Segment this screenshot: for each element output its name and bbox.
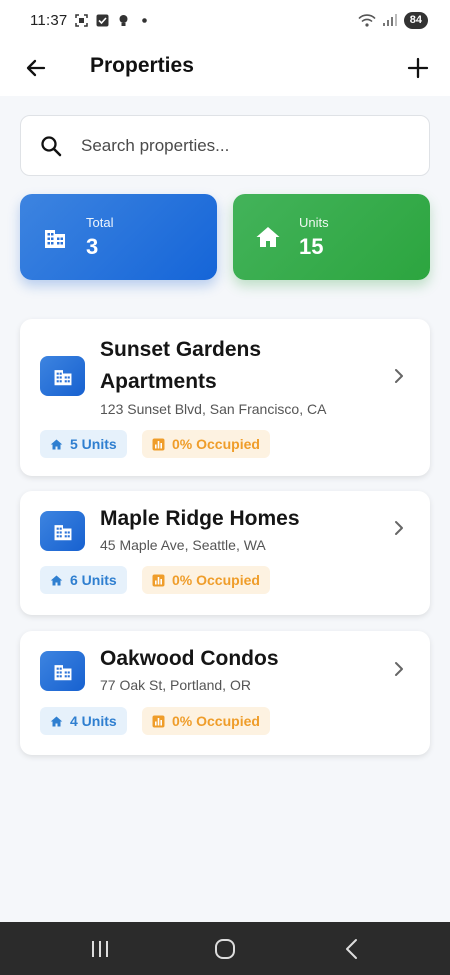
system-nav-bar [0, 922, 450, 975]
building-icon [40, 356, 85, 396]
plus-icon [407, 57, 429, 79]
units-badge: 5 Units [40, 430, 127, 458]
status-bar: 11:37 84 [0, 0, 450, 40]
stat-value: 3 [86, 233, 99, 259]
status-time: 11:37 [30, 11, 68, 29]
chevron-right-icon [392, 518, 406, 538]
battery-indicator: 84 [403, 11, 428, 29]
units-badge-label: 5 Units [70, 436, 117, 452]
property-card[interactable]: Maple Ridge Homes 45 Maple Ave, Seattle,… [20, 491, 430, 615]
building-icon [42, 224, 68, 250]
property-card[interactable]: Oakwood Condos 77 Oak St, Portland, OR 4… [20, 631, 430, 755]
units-badge-label: 4 Units [70, 713, 117, 729]
units-badge: 4 Units [40, 707, 127, 735]
chevron-left-icon [346, 939, 357, 959]
recent-apps-icon [92, 941, 108, 957]
stat-value: 15 [299, 233, 324, 259]
back-button[interactable] [20, 52, 52, 84]
system-back-button[interactable] [339, 936, 365, 962]
recent-apps-button[interactable] [87, 936, 113, 962]
checkbox-icon [96, 14, 109, 27]
home-icon [255, 224, 281, 250]
screenshot-icon [75, 13, 89, 27]
property-address: 123 Sunset Blvd, San Francisco, CA [100, 401, 327, 417]
building-icon [40, 651, 85, 691]
home-circle-icon [215, 939, 235, 959]
arrow-left-icon [26, 59, 46, 77]
occupancy-badge: 0% Occupied [142, 707, 270, 735]
occupancy-badge-label: 0% Occupied [172, 436, 260, 452]
chevron-right-icon [392, 366, 406, 386]
occupancy-badge-label: 0% Occupied [172, 572, 260, 588]
building-icon [40, 511, 85, 551]
stat-card-total: Total 3 [20, 194, 217, 280]
bar-chart-icon [152, 715, 165, 728]
search-icon [39, 134, 63, 158]
home-icon [50, 574, 63, 587]
bar-chart-icon [152, 438, 165, 451]
add-property-button[interactable] [402, 52, 434, 84]
home-icon [50, 715, 63, 728]
property-address: 77 Oak St, Portland, OR [100, 677, 251, 693]
search-input[interactable] [81, 135, 381, 156]
lightbulb-icon [117, 14, 130, 27]
stat-label: Units [299, 214, 329, 230]
home-button[interactable] [212, 936, 238, 962]
occupancy-badge: 0% Occupied [142, 566, 270, 594]
content-area: Total 3 Units 15 Sunset Gardens Apartmen… [0, 96, 450, 922]
page-title: Properties [90, 54, 194, 77]
app-bar: Properties [0, 40, 450, 96]
bar-chart-icon [152, 574, 165, 587]
wifi-icon [358, 13, 376, 27]
property-name: Sunset Gardens Apartments [100, 338, 262, 393]
signal-icon [382, 13, 398, 27]
property-card[interactable]: Sunset Gardens Apartments 123 Sunset Blv… [20, 319, 430, 476]
occupancy-badge: 0% Occupied [142, 430, 270, 458]
units-badge-label: 6 Units [70, 572, 117, 588]
units-badge: 6 Units [40, 566, 127, 594]
dot-icon [138, 14, 151, 27]
property-address: 45 Maple Ave, Seattle, WA [100, 537, 266, 553]
chevron-right-icon [392, 659, 406, 679]
stat-card-units: Units 15 [233, 194, 430, 280]
home-icon [50, 438, 63, 451]
stat-label: Total [86, 214, 114, 230]
search-bar[interactable] [20, 115, 430, 176]
property-name: Oakwood Condos [100, 647, 279, 670]
occupancy-badge-label: 0% Occupied [172, 713, 260, 729]
property-name: Maple Ridge Homes [100, 507, 300, 530]
